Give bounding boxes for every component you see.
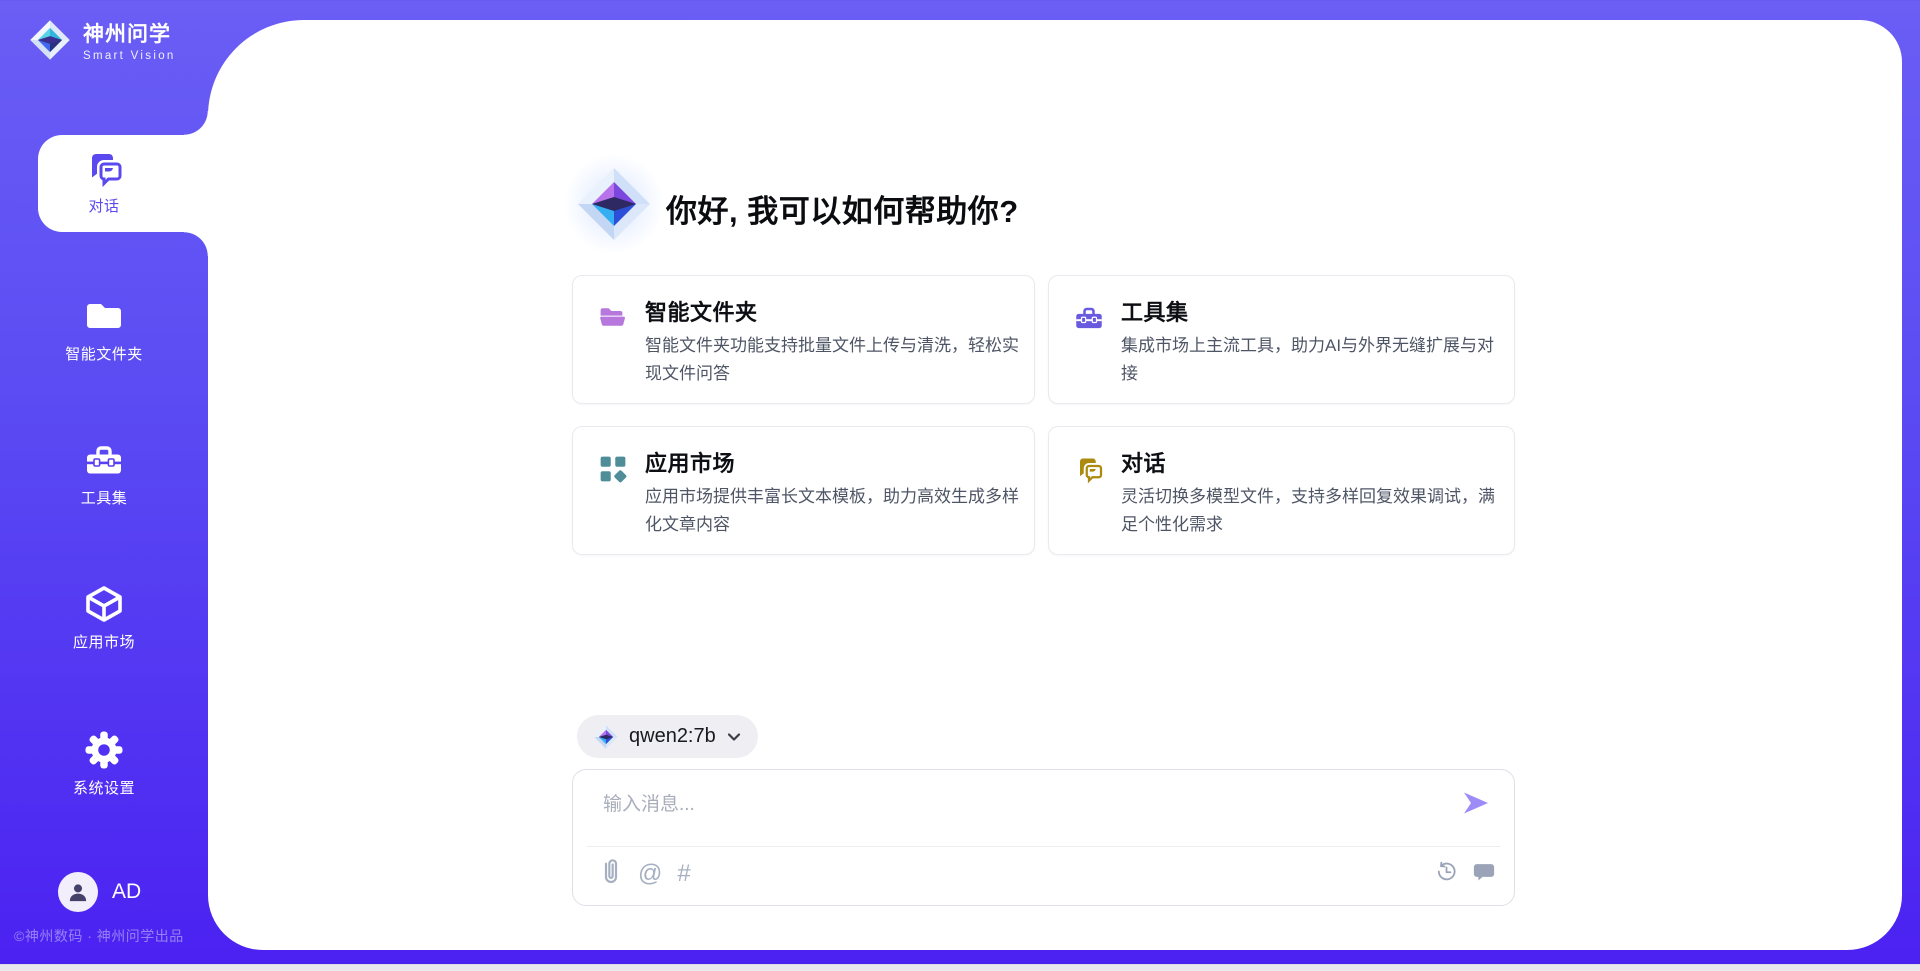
card-title: 工具集: [1121, 295, 1189, 327]
model-name: qwen2:7b: [629, 725, 716, 748]
card-chat[interactable]: 对话 灵活切换多模型文件，支持多样回复效果调试，满足个性化需求: [1048, 426, 1515, 555]
avatar[interactable]: [58, 872, 98, 912]
card-description: 集成市场上主流工具，助力AI与外界无缝扩展与对接: [1121, 332, 1495, 388]
sidebar-footer-text: ©神州数码 · 神州问学出品: [14, 926, 184, 946]
composer-divider: [587, 846, 1500, 847]
sidebar-item-settings[interactable]: 系统设置: [0, 730, 208, 798]
paperclip-icon[interactable]: [599, 857, 623, 892]
brand-diamond-icon: [28, 18, 72, 67]
sidebar-item-toolset[interactable]: 工具集: [0, 440, 208, 508]
brand-logo: 神州问学 Smart Vision: [28, 18, 176, 67]
card-title: 智能文件夹: [645, 295, 758, 327]
chat-bubbles-icon: [1074, 454, 1104, 484]
sidebar-item-label: 系统设置: [0, 777, 208, 798]
active-tab-scoop-bottom: [184, 232, 209, 256]
active-tab-scoop-top: [184, 111, 209, 135]
card-description: 应用市场提供丰富长文本模板，助力高效生成多样化文章内容: [645, 483, 1019, 539]
message-composer: @ #: [572, 769, 1515, 906]
card-description: 智能文件夹功能支持批量文件上传与清洗，轻松实现文件问答: [645, 332, 1019, 388]
folder-icon: [84, 296, 124, 313]
card-app-market[interactable]: 应用市场 应用市场提供丰富长文本模板，助力高效生成多样化文章内容: [572, 426, 1035, 555]
card-toolset[interactable]: 工具集 集成市场上主流工具，助力AI与外界无缝扩展与对接: [1048, 275, 1515, 404]
card-title: 对话: [1121, 446, 1166, 478]
card-description: 灵活切换多模型文件，支持多样回复效果调试，满足个性化需求: [1121, 483, 1495, 539]
cube-icon: [84, 584, 124, 601]
comment-bubble-icon[interactable]: [1472, 860, 1496, 889]
chat-icon: [84, 148, 124, 165]
sidebar-item-label: 智能文件夹: [0, 343, 208, 364]
card-title: 应用市场: [645, 446, 735, 478]
brand-name: 神州问学: [83, 23, 176, 47]
send-icon[interactable]: [1460, 787, 1492, 819]
sidebar-item-label: 应用市场: [0, 631, 208, 652]
model-selector[interactable]: qwen2:7b: [577, 715, 758, 758]
feature-cards: 智能文件夹 智能文件夹功能支持批量文件上传与清洗，轻松实现文件问答 工具集 集成…: [572, 275, 1515, 555]
gear-icon: [84, 730, 124, 747]
apps-grid-icon: [598, 454, 628, 484]
sidebar-item-label: 对话: [0, 195, 208, 216]
mention-icon[interactable]: @: [638, 862, 662, 886]
user-name: AD: [112, 880, 141, 904]
sidebar-item-app-market[interactable]: 应用市场: [0, 584, 208, 652]
history-icon[interactable]: [1435, 860, 1458, 888]
chevron-down-icon: [726, 729, 742, 745]
sidebar-item-label: 工具集: [0, 487, 208, 508]
model-diamond-icon: [593, 724, 619, 750]
folder-open-icon: [598, 303, 628, 333]
sidebar-item-smart-folder[interactable]: 智能文件夹: [0, 296, 208, 364]
message-input[interactable]: [601, 787, 1445, 843]
assistant-diamond-icon: [574, 164, 654, 244]
sidebar-item-chat[interactable]: 对话: [0, 148, 208, 216]
hashtag-icon[interactable]: #: [677, 862, 690, 886]
toolbox-icon: [84, 440, 124, 457]
greeting-title: 你好, 我可以如何帮助你?: [666, 186, 1019, 231]
brand-subtitle: Smart Vision: [83, 50, 176, 62]
toolbox-icon: [1074, 303, 1104, 333]
card-smart-folder[interactable]: 智能文件夹 智能文件夹功能支持批量文件上传与清洗，轻松实现文件问答: [572, 275, 1035, 404]
